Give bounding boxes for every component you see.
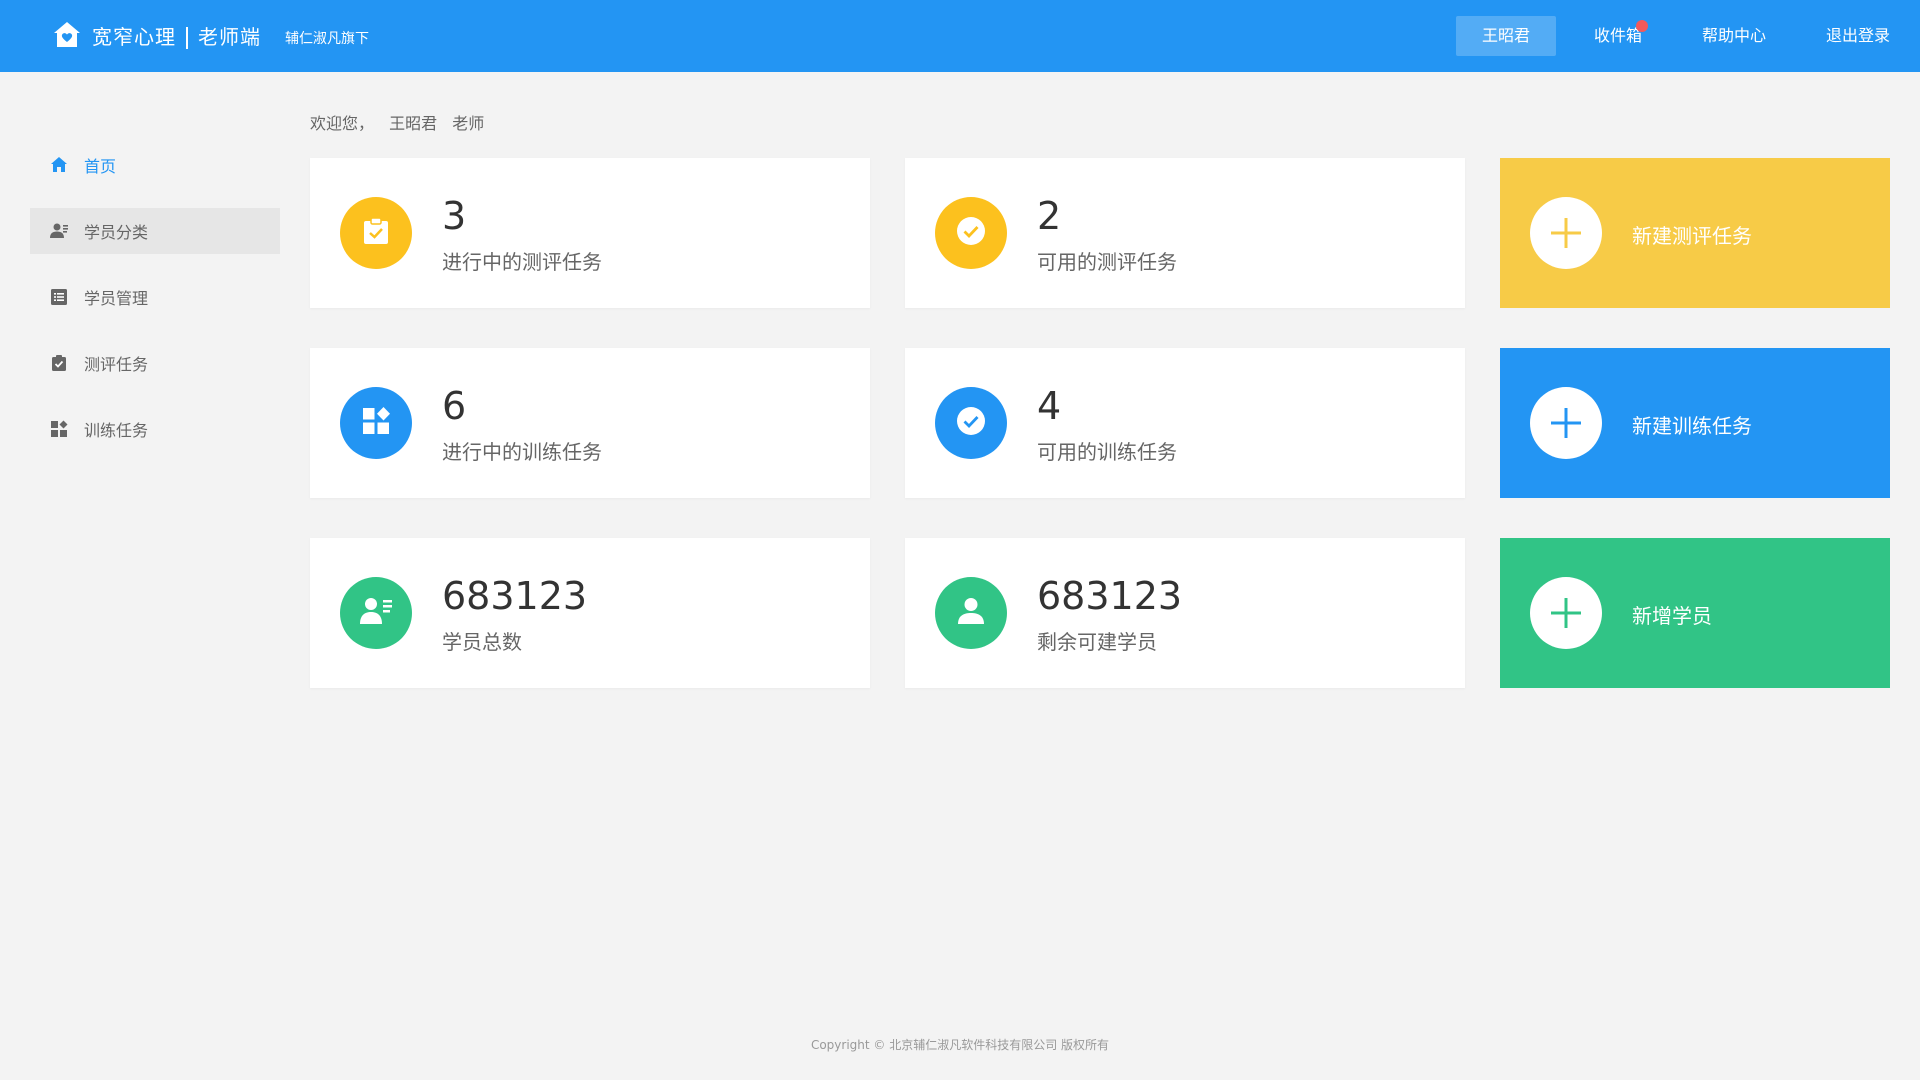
add-student-button[interactable]: 新增学员 xyxy=(1500,538,1890,688)
stat-label: 进行中的训练任务 xyxy=(442,440,602,464)
sidebar-item-student-category[interactable]: 学员分类 xyxy=(30,208,280,254)
stat-card-remaining-students: 683123 剩余可建学员 xyxy=(905,538,1465,688)
home-heart-icon xyxy=(52,20,82,50)
brand-logo[interactable]: 宽窄心理 老师端 辅仁淑凡旗下 xyxy=(52,20,369,50)
sidebar-item-home[interactable]: 首页 xyxy=(30,142,280,188)
sidebar: 首页 学员分类 学员管理 测评任务 训练任务 xyxy=(30,142,280,472)
action-label: 新建测评任务 xyxy=(1632,224,1752,248)
sidebar-item-label: 首页 xyxy=(84,157,117,176)
stat-value: 683123 xyxy=(442,574,588,618)
nav-logout[interactable]: 退出登录 xyxy=(1800,16,1920,56)
stat-label: 学员总数 xyxy=(442,630,522,654)
sidebar-item-label: 测评任务 xyxy=(84,355,149,374)
sidebar-item-training-tasks[interactable]: 训练任务 xyxy=(30,406,280,452)
clipboard-check-icon xyxy=(50,354,68,372)
top-nav: 王昭君 收件箱 帮助中心 退出登录 xyxy=(1455,16,1920,56)
plus-icon xyxy=(1530,197,1602,269)
stat-card-active-assessments: 3 进行中的测评任务 xyxy=(310,158,870,308)
stat-icon-circle xyxy=(935,387,1007,459)
nav-inbox-label: 收件箱 xyxy=(1593,26,1642,45)
plus-icon xyxy=(1530,577,1602,649)
list-icon xyxy=(50,288,68,306)
unread-badge xyxy=(1635,20,1648,32)
stat-label: 进行中的测评任务 xyxy=(442,250,602,274)
stat-icon-circle xyxy=(340,197,412,269)
stat-card-total-students: 683123 学员总数 xyxy=(310,538,870,688)
stat-label: 可用的训练任务 xyxy=(1037,440,1177,464)
new-training-task-button[interactable]: 新建训练任务 xyxy=(1500,348,1890,498)
apps-icon xyxy=(50,420,68,438)
stat-icon-circle xyxy=(935,577,1007,649)
action-label: 新建训练任务 xyxy=(1632,414,1752,438)
contact-card-icon xyxy=(50,222,68,240)
portal-name: 老师端 xyxy=(198,24,261,49)
sidebar-item-assessment-tasks[interactable]: 测评任务 xyxy=(30,340,280,386)
sidebar-item-label: 训练任务 xyxy=(84,421,149,440)
stat-icon-circle xyxy=(340,387,412,459)
top-header: 宽窄心理 老师端 辅仁淑凡旗下 王昭君 收件箱 帮助中心 退出登录 xyxy=(0,0,1920,72)
plus-icon xyxy=(1530,387,1602,459)
brand-name: 宽窄心理 xyxy=(92,24,176,49)
check-circle-icon xyxy=(955,215,987,251)
welcome-role: 老师 xyxy=(452,114,485,133)
nav-user[interactable]: 王昭君 xyxy=(1455,16,1556,56)
stat-value: 2 xyxy=(1037,194,1062,238)
sidebar-item-student-management[interactable]: 学员管理 xyxy=(30,274,280,320)
welcome-name: 王昭君 xyxy=(389,114,438,133)
welcome-prefix: 欢迎您， xyxy=(310,114,375,133)
action-label: 新增学员 xyxy=(1632,604,1712,628)
stat-value: 4 xyxy=(1037,384,1062,428)
check-circle-icon xyxy=(955,405,987,441)
stat-label: 剩余可建学员 xyxy=(1037,630,1157,654)
stat-icon-circle xyxy=(340,577,412,649)
stat-card-available-assessments: 2 可用的测评任务 xyxy=(905,158,1465,308)
stat-card-active-trainings: 6 进行中的训练任务 xyxy=(310,348,870,498)
clipboard-check-icon xyxy=(361,216,391,250)
sidebar-item-label: 学员管理 xyxy=(84,289,149,308)
footer-copyright: Copyright © 北京辅仁淑凡软件科技有限公司 版权所有 xyxy=(810,1038,1110,1052)
person-icon xyxy=(956,596,986,630)
brand-subtitle: 辅仁淑凡旗下 xyxy=(285,31,369,47)
home-icon xyxy=(50,156,68,174)
new-assessment-task-button[interactable]: 新建测评任务 xyxy=(1500,158,1890,308)
sidebar-item-label: 学员分类 xyxy=(84,223,149,242)
brand-separator xyxy=(186,27,188,49)
apps-icon xyxy=(361,406,391,440)
stat-card-available-trainings: 4 可用的训练任务 xyxy=(905,348,1465,498)
stat-label: 可用的测评任务 xyxy=(1037,250,1177,274)
stat-icon-circle xyxy=(935,197,1007,269)
contact-card-icon xyxy=(359,596,393,630)
nav-inbox[interactable]: 收件箱 xyxy=(1568,16,1668,56)
stat-value: 3 xyxy=(442,194,467,238)
stat-value: 6 xyxy=(442,384,467,428)
nav-help[interactable]: 帮助中心 xyxy=(1676,16,1792,56)
stat-value: 683123 xyxy=(1037,574,1183,618)
welcome-message: 欢迎您， 王昭君 老师 xyxy=(310,110,494,134)
